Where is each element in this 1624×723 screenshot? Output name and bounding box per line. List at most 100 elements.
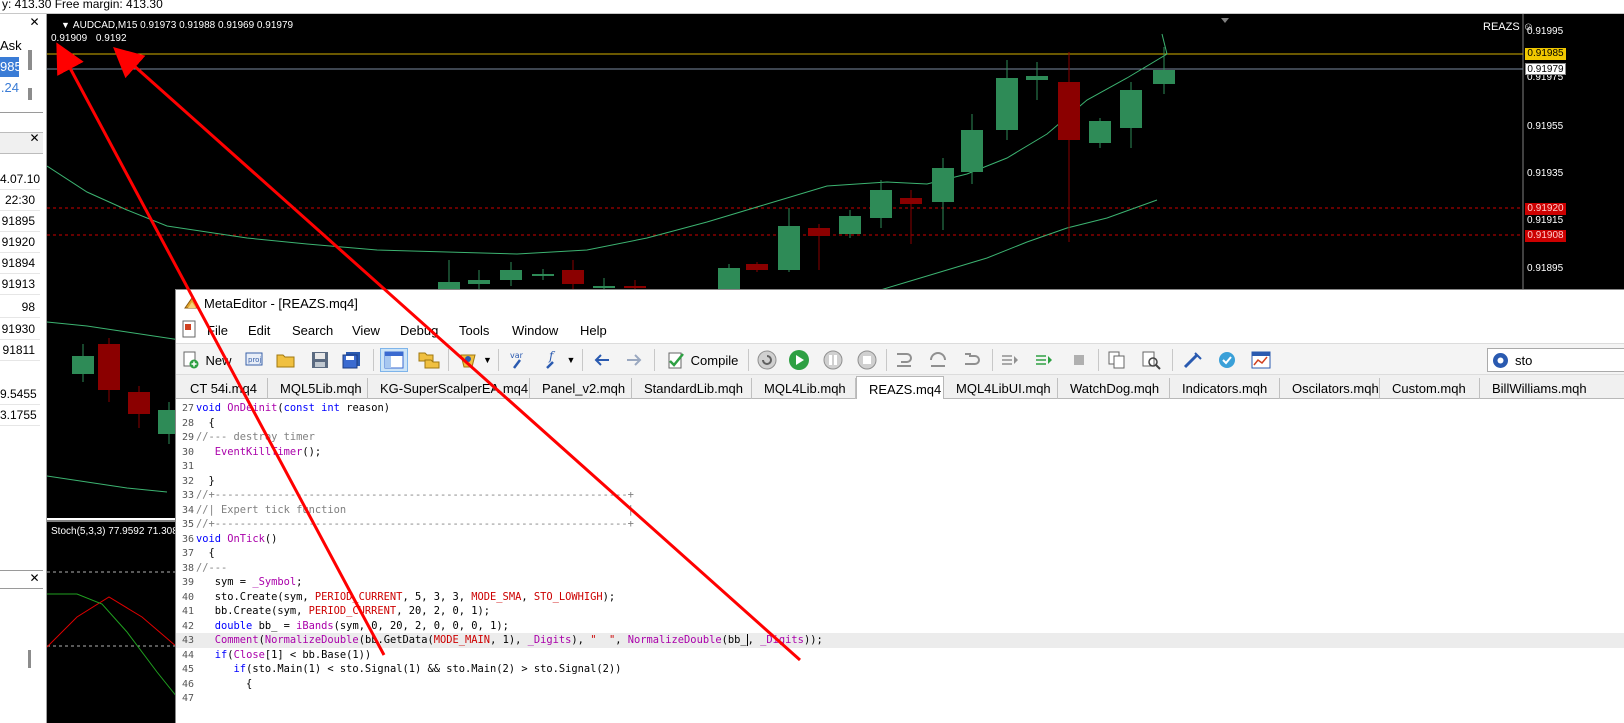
close-icon[interactable]: ✕	[28, 132, 41, 145]
menu-window[interactable]: Window	[512, 323, 558, 338]
stochastic-canvas	[47, 571, 177, 698]
insert-function-dropdown-button[interactable]: f ▼	[540, 348, 578, 372]
search-box[interactable]: sto	[1487, 348, 1624, 372]
code-line[interactable]: 33//+-----------------------------------…	[176, 488, 1624, 503]
find-in-files-button[interactable]	[1138, 348, 1164, 372]
menu-help[interactable]: Help	[580, 323, 607, 338]
search-input[interactable]: sto	[1515, 353, 1532, 368]
gear-icon[interactable]	[1492, 352, 1509, 369]
pause-debugging-button[interactable]	[820, 348, 846, 372]
code-line[interactable]: 41 bb.Create(sym, PERIOD_CURRENT, 20, 2,…	[176, 604, 1624, 619]
menu-debug[interactable]: Debug	[400, 323, 438, 338]
data-row-date: 4.07.10	[0, 169, 40, 190]
terminal-button[interactable]	[1180, 348, 1206, 372]
save-all-button[interactable]	[340, 348, 364, 372]
scrollbar-thumb[interactable]	[28, 88, 32, 100]
compile-button[interactable]: Compile	[662, 348, 742, 372]
tab-mql5lib[interactable]: MQL5Lib.mqh	[268, 378, 368, 399]
code-line[interactable]: 37 {	[176, 546, 1624, 561]
data-row-bands-lower: 91811	[0, 340, 40, 361]
tab-standardlib[interactable]: StandardLib.mqh	[632, 378, 752, 399]
tab-mql4lib[interactable]: MQL4Lib.mqh	[752, 378, 856, 399]
copy-button[interactable]	[1104, 348, 1130, 372]
step-over-button[interactable]	[926, 348, 952, 372]
code-line[interactable]: 29//--- destroy timer	[176, 430, 1624, 445]
step-into-button[interactable]	[892, 348, 918, 372]
tab-billwilliams[interactable]: BillWilliams.mqh	[1480, 378, 1624, 399]
step-over-icon	[930, 352, 946, 367]
menu-edit[interactable]: Edit	[248, 323, 270, 338]
tab-mql4libui[interactable]: MQL4LibUI.mqh	[944, 378, 1058, 399]
remove-breakpoints-button[interactable]	[1066, 348, 1092, 372]
code-line[interactable]: 28 {	[176, 416, 1624, 431]
code-line[interactable]: 38//---	[176, 561, 1624, 576]
selected-quote[interactable]: 985	[0, 57, 19, 77]
code-line[interactable]: 34//| Expert tick function |	[176, 503, 1624, 518]
tab-reazs[interactable]: REAZS.mq4	[856, 376, 944, 400]
menu-view[interactable]: View	[352, 323, 380, 338]
tab-oscilators[interactable]: Oscilators.mqh	[1280, 378, 1380, 399]
data-row-open: 91895	[0, 211, 40, 232]
toolbox-icon	[418, 352, 440, 369]
toolbox-button[interactable]	[416, 348, 442, 372]
compile-button-label: Compile	[690, 352, 739, 368]
code-line[interactable]: 32 }	[176, 474, 1624, 489]
tab-ct54i[interactable]: CT 54i.mq4	[178, 378, 268, 399]
navigate-back-button[interactable]	[590, 348, 614, 372]
toggle-breakpoint-button[interactable]	[998, 348, 1024, 372]
open-button[interactable]	[274, 348, 298, 372]
save-button[interactable]	[308, 348, 332, 372]
close-icon[interactable]: ✕	[28, 572, 41, 585]
stop-debugging-button[interactable]	[854, 348, 880, 372]
navigator-toggle-button[interactable]	[380, 348, 408, 372]
new-button[interactable]: New	[180, 348, 234, 372]
code-line[interactable]: 30 EventKillTimer();	[176, 445, 1624, 460]
code-line[interactable]: 45 if(sto.Main(1) < sto.Signal(1) && sto…	[176, 662, 1624, 677]
stochastic-subwindow[interactable]: Stoch(5,3,3) 77.9592 71.3080	[47, 520, 177, 723]
tab-kg-superscalperea[interactable]: KG-SuperScalperEA.mq4	[368, 378, 530, 399]
tab-watchdog[interactable]: WatchDog.mqh	[1058, 378, 1170, 399]
code-line[interactable]: 46 {	[176, 677, 1624, 692]
dropdown-triangle-icon[interactable]: ▼	[61, 20, 70, 30]
navigate-forward-button[interactable]	[622, 348, 646, 372]
code-line[interactable]: 31	[176, 459, 1624, 474]
code-line[interactable]: 47	[176, 691, 1624, 706]
close-icon[interactable]: ✕	[28, 16, 41, 29]
run-to-cursor-icon	[1036, 355, 1052, 365]
window-titlebar[interactable]: MetaEditor - [REAZS.mq4]	[176, 290, 1624, 316]
breakpoint-icon	[1002, 355, 1018, 365]
project-button[interactable]: proj	[242, 348, 266, 372]
run-to-cursor-button[interactable]	[1032, 348, 1058, 372]
code-line[interactable]: 42 double bb_ = iBands(sym, 0, 20, 2, 0,…	[176, 619, 1624, 634]
insert-variable-button[interactable]: var	[506, 348, 532, 372]
tab-indicators[interactable]: Indicators.mqh	[1170, 378, 1280, 399]
menu-file[interactable]: File	[207, 323, 228, 338]
step-out-button[interactable]	[960, 348, 986, 372]
mql5-cloud-button[interactable]	[1214, 348, 1240, 372]
data-row-bands-upper: 91930	[0, 319, 40, 340]
bid-price-tag: 0.91979	[1525, 63, 1566, 75]
chart-symbol-text: AUDCAD,M15 0.91973 0.91988 0.91969 0.919…	[72, 20, 294, 31]
code-line[interactable]: 39 sym = _Symbol;	[176, 575, 1624, 590]
tab-custom[interactable]: Custom.mqh	[1380, 378, 1480, 399]
code-line[interactable]: 44 if(Close[1] < bb.Base(1))	[176, 648, 1624, 663]
metaeditor-window[interactable]: MetaEditor - [REAZS.mq4] File Edit Searc…	[175, 289, 1624, 723]
document-icon[interactable]	[182, 320, 196, 338]
start-debugging-button[interactable]	[786, 348, 812, 372]
debug-restart-button[interactable]	[754, 348, 780, 372]
tab-panel-v2[interactable]: Panel_v2.mqh	[530, 378, 632, 399]
strategy-tester-button[interactable]	[1248, 348, 1274, 372]
menu-search[interactable]: Search	[292, 323, 333, 338]
code-editor[interactable]: 27 void OnDeinit(const int reason) 28 { 2…	[176, 399, 1624, 723]
candle-body	[624, 286, 646, 288]
code-line[interactable]: 27 void OnDeinit(const int reason)	[176, 401, 1624, 416]
code-line[interactable]: 40 sto.Create(sym, PERIOD_CURRENT, 5, 3,…	[176, 590, 1624, 605]
code-line[interactable]: 36 void OnTick()	[176, 532, 1624, 547]
document-tabs: CT 54i.mq4 MQL5Lib.mqh KG-SuperScalperEA…	[176, 375, 1624, 400]
code-line[interactable]: 35//+-----------------------------------…	[176, 517, 1624, 532]
menu-tools[interactable]: Tools	[459, 323, 489, 338]
scrollbar[interactable]	[28, 50, 32, 70]
styler-dropdown-button[interactable]: ▼	[456, 348, 494, 372]
scrollbar-thumb[interactable]	[28, 650, 31, 668]
code-line-current[interactable]: 43 Comment(NormalizeDouble(bb.GetData(MO…	[176, 633, 1624, 648]
